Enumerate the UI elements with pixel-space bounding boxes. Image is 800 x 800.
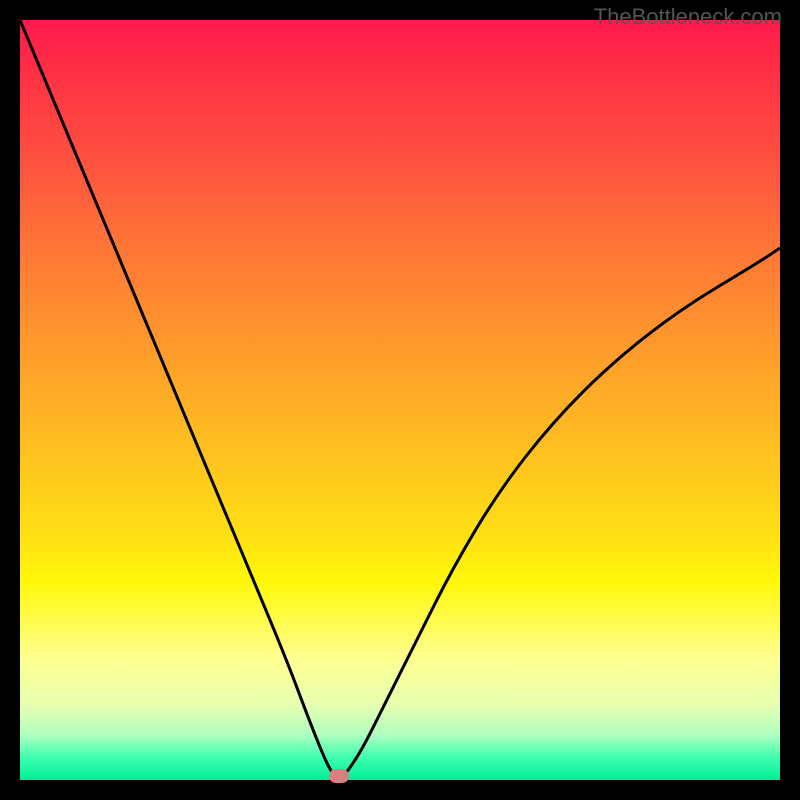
watermark-text: TheBottleneck.com <box>594 4 782 30</box>
bottleneck-curve-path <box>20 20 780 778</box>
plot-area <box>20 20 780 780</box>
optimum-marker <box>329 769 349 783</box>
curve-svg <box>20 20 780 780</box>
chart-container: TheBottleneck.com <box>0 0 800 800</box>
